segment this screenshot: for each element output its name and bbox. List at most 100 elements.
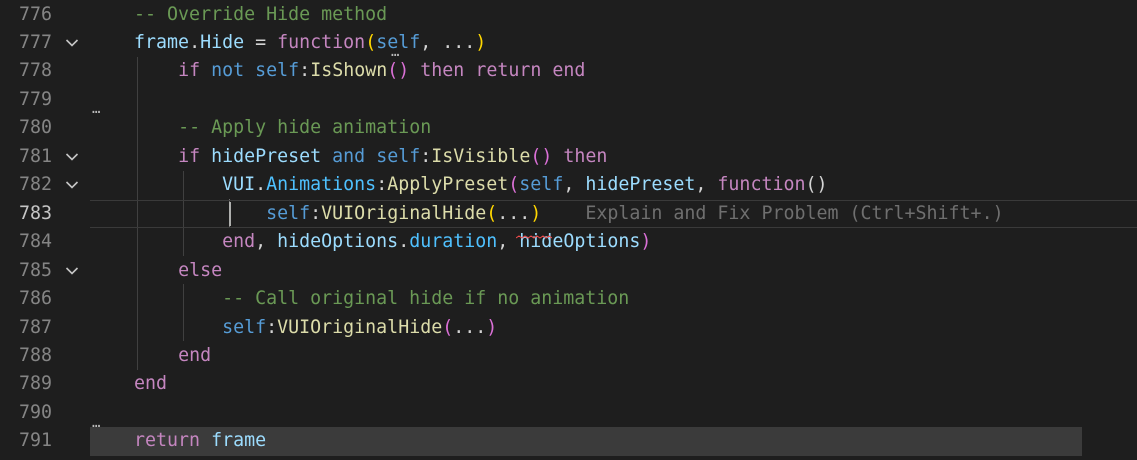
code-token: if (178, 60, 201, 82)
line-number: 776 (18, 3, 52, 25)
code-token: : (376, 174, 388, 196)
code-token: , (695, 174, 718, 196)
code-editor[interactable]: … … … 776 -- Override Hide method 777 fra… (0, 0, 1137, 460)
chevron-down-icon[interactable] (62, 171, 82, 199)
code-token: return (134, 430, 201, 452)
code-text[interactable]: if hidePreset and self:IsVisible() then (90, 143, 607, 171)
code-token: ( (442, 316, 454, 338)
chevron-down-icon[interactable] (62, 257, 82, 285)
code-line[interactable]: 780 -- Apply hide animation (0, 114, 1137, 142)
code-text[interactable]: frame.Hide = function(self, ...) (90, 29, 486, 57)
code-text[interactable]: VUI.Animations:ApplyPreset(self, hidePre… (90, 171, 828, 199)
line-number: 783 (18, 202, 52, 224)
code-token: VUIOriginalHide (277, 316, 443, 338)
code-token: ... (442, 31, 476, 53)
line-number: 781 (18, 145, 52, 167)
code-token: self (266, 202, 311, 224)
code-token: hidePreset (211, 145, 322, 167)
inline-action-hint: Explain and Fix Problem (Ctrl+Shift+.) (585, 202, 1004, 224)
code-token: frame (211, 430, 267, 452)
code-line[interactable]: 784 end, hideOptions.duration, hideOptio… (0, 228, 1137, 256)
code-token: () (530, 145, 553, 167)
code-token: not (211, 60, 245, 82)
code-line[interactable]: 783 self:VUIOriginalHide(...) Explain an… (0, 199, 1137, 229)
chevron-down-icon[interactable] (62, 29, 82, 57)
code-token: IsVisible (431, 145, 531, 167)
code-token: () (805, 174, 828, 196)
code-token: : (420, 145, 432, 167)
code-token: : (299, 60, 311, 82)
line-number: 789 (18, 373, 52, 395)
line-number: 782 (18, 174, 52, 196)
code-token: hidePreset (585, 174, 696, 196)
code-line[interactable]: 778 if not self:IsShown() then return en… (0, 57, 1137, 85)
code-token: ... (453, 316, 487, 338)
code-token: . (398, 231, 410, 253)
chevron-down-icon[interactable] (62, 143, 82, 171)
code-token: end (134, 373, 168, 395)
code-token: duration (409, 231, 498, 253)
code-line[interactable]: 785 else (0, 257, 1137, 285)
code-line[interactable]: 777 frame.Hide = function(self, ...) (0, 29, 1137, 57)
code-token: ( (365, 31, 377, 53)
code-text[interactable]: else (90, 257, 222, 285)
code-token: if (178, 145, 201, 167)
code-line[interactable]: 782 VUI.Animations:ApplyPreset(self, hid… (0, 171, 1137, 199)
text-cursor (229, 201, 231, 226)
code-text[interactable]: return frame (90, 427, 266, 455)
code-line[interactable]: 787 self:VUIOriginalHide(...) (0, 314, 1137, 342)
line-number: 778 (18, 60, 52, 82)
code-token: and (332, 145, 366, 167)
code-text[interactable]: -- Apply hide animation (90, 114, 431, 142)
code-token: end (178, 345, 212, 367)
code-text[interactable]: -- Override Hide method (90, 1, 387, 29)
code-text[interactable]: -- Call original hide if no animation (90, 285, 629, 313)
code-text[interactable]: if not self:IsShown() then return end (90, 57, 585, 85)
code-token: : (310, 202, 322, 224)
code-line[interactable]: 791 return frame (0, 427, 1137, 456)
code-line[interactable]: 786 -- Call original hide if no animatio… (0, 285, 1137, 313)
code-token: return (475, 60, 542, 82)
code-line[interactable]: 779 (0, 86, 1137, 114)
code-token: ) (640, 231, 652, 253)
code-text[interactable]: self:VUIOriginalHide(...) (90, 314, 497, 342)
code-line[interactable]: 781 if hidePreset and self:IsVisible() t… (0, 143, 1137, 171)
code-text[interactable]: end, hideOptions.duration, hideOptions) (90, 228, 651, 256)
code-token: end (222, 231, 256, 253)
line-number: 777 (18, 31, 52, 53)
code-token: hideOptions (277, 231, 399, 253)
code-line[interactable]: 788 end (0, 342, 1137, 370)
code-line[interactable]: 776 -- Override Hide method (0, 1, 1137, 29)
code-line[interactable]: 790 (0, 399, 1137, 427)
code-token: . (255, 174, 267, 196)
code-token: ) (530, 202, 542, 224)
code-token: ... (497, 202, 531, 224)
line-number: 784 (18, 231, 52, 253)
line-number: 780 (18, 117, 52, 139)
code-token: , (420, 31, 443, 53)
code-text[interactable]: end (90, 342, 211, 370)
code-line[interactable]: 789 end (0, 370, 1137, 398)
code-token: -- Call original hide if no animation (222, 288, 630, 310)
code-token: , (255, 231, 278, 253)
code-text[interactable]: end (90, 370, 167, 398)
code-token: then (563, 145, 608, 167)
code-token: self (376, 145, 421, 167)
